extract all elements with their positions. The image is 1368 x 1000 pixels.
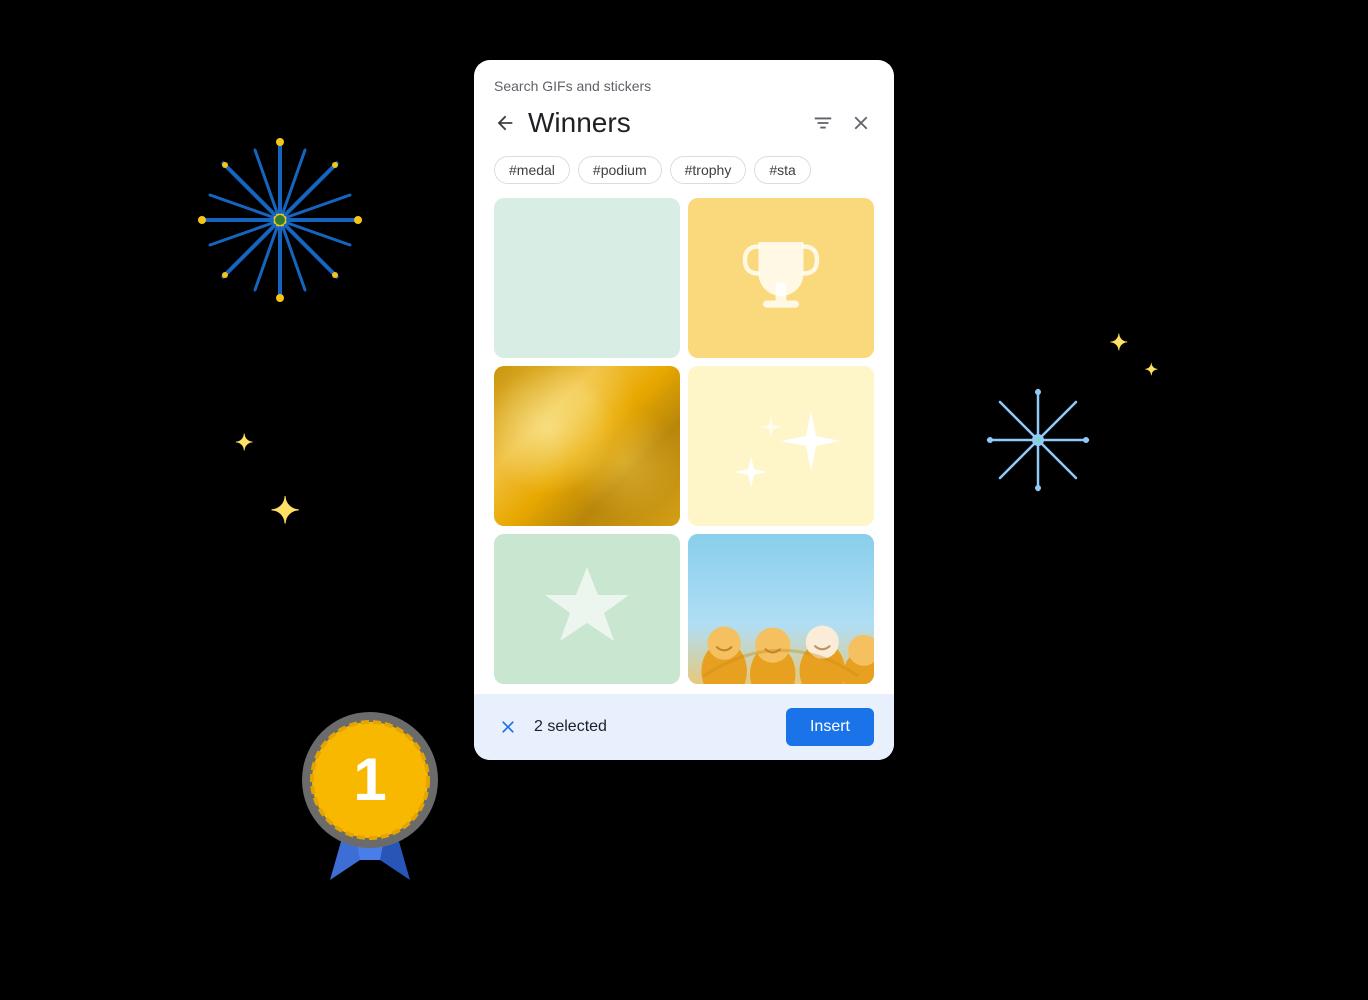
gif-item-2[interactable]	[688, 198, 874, 358]
footer-bar: 2 selected Insert	[474, 694, 894, 760]
firework-blue-icon	[180, 120, 380, 320]
dialog-title: Winners	[528, 107, 806, 139]
gif-item-4[interactable]	[688, 366, 874, 526]
back-button[interactable]	[490, 108, 520, 138]
trophy-svg	[736, 233, 826, 323]
gif-item-1[interactable]	[494, 198, 680, 358]
firework-light-icon	[978, 380, 1098, 500]
filter-button[interactable]	[806, 106, 840, 140]
clear-selection-button[interactable]	[494, 713, 522, 741]
close-button[interactable]	[844, 106, 878, 140]
tags-row: #medal #podium #trophy #sta	[474, 152, 894, 198]
gif-item-6[interactable]	[688, 534, 874, 684]
gif-grid	[474, 198, 894, 694]
sparkle-icon-2: ✦	[270, 490, 300, 532]
sparkle-icon-4: ✦	[1145, 360, 1158, 380]
tag-trophy[interactable]: #trophy	[670, 156, 747, 184]
star-svg	[537, 559, 637, 659]
medal-badge-decoration: 1	[270, 680, 470, 900]
tag-sta[interactable]: #sta	[754, 156, 810, 184]
svg-text:1: 1	[353, 746, 386, 813]
selected-count-text: 2 selected	[534, 718, 774, 736]
sparkle-icon-3: ✦	[1110, 330, 1128, 356]
gif-search-dialog: Search GIFs and stickers Winners #medal …	[474, 60, 894, 760]
tag-medal[interactable]: #medal	[494, 156, 570, 184]
tag-podium[interactable]: #podium	[578, 156, 662, 184]
dialog-header-label: Search GIFs and stickers	[474, 60, 894, 102]
sparkles-svg	[716, 381, 846, 511]
gold-bokeh-bg	[494, 366, 680, 526]
insert-button[interactable]: Insert	[786, 708, 874, 746]
people-photo-bg	[688, 534, 874, 684]
gif-item-5[interactable]	[494, 534, 680, 684]
dialog-title-row: Winners	[474, 102, 894, 152]
gif-item-3[interactable]	[494, 366, 680, 526]
sparkle-icon-1: ✦	[235, 430, 253, 456]
